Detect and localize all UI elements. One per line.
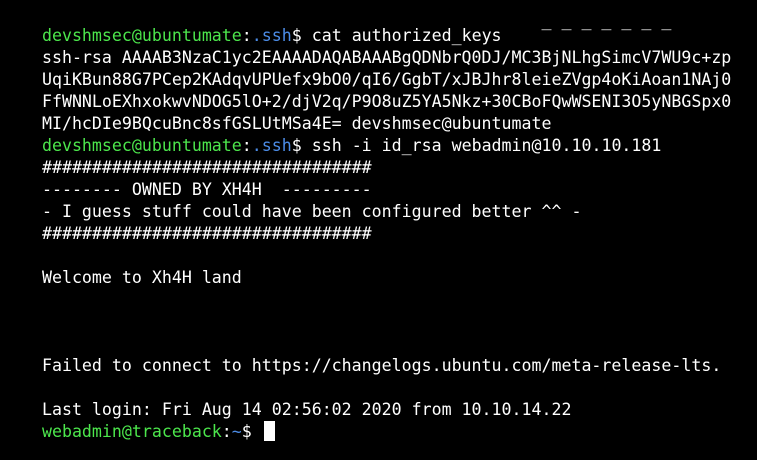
last-login-line: Last login: Fri Aug 14 02:56:02 2020 fro… — [2, 377, 572, 419]
failed-text: Failed to connect to https://changelogs.… — [41, 356, 722, 375]
output-line: MI/hcDIe9BQcuBnc8sfGSLUtMSa4E= devshmsec… — [2, 91, 552, 133]
banner-line: -------- OWNED BY XH4H --------- — [2, 157, 372, 199]
failed-line: Failed to connect to https://changelogs.… — [2, 333, 721, 375]
prompt-colon: : — [221, 422, 232, 441]
banner-line: - I guess stuff could have been configur… — [2, 179, 581, 221]
banner-text: ################################# — [41, 224, 372, 243]
prompt-line-1: devshmsec@ubuntumate:.ssh$ cat authorize… — [2, 3, 502, 45]
welcome-text: Welcome to Xh4H land — [41, 268, 242, 287]
output-line: ssh-rsa AAAAB3NzaC1yc2EAAAADAQABAAABgQDN… — [2, 25, 731, 67]
prompt-line-3[interactable]: webadmin@traceback:~$ — [2, 399, 275, 441]
text-cursor[interactable] — [263, 421, 275, 441]
prompt-line-2: devshmsec@ubuntumate:.ssh$ ssh -i id_rsa… — [2, 113, 661, 155]
banner-line: ################################# — [2, 201, 372, 243]
prompt-symbol: $ — [241, 422, 262, 441]
output-line: FfWNNLoEXhxokwvNDOG5lO+2/djV2q/P9O8uZ5YA… — [2, 69, 731, 111]
prompt-path: ~ — [231, 422, 242, 441]
prompt-user-host: webadmin@traceback — [41, 422, 222, 441]
output-line: UqiKBun88G7PCep2KAdqvUPUefx9bO0/qI6/GgbT… — [2, 47, 731, 89]
welcome-line: Welcome to Xh4H land — [2, 245, 242, 287]
terminal-window[interactable]: _ _ _ _ _ _ _ devshmsec@ubuntumate:.ssh$… — [0, 0, 757, 460]
banner-line: ################################# — [2, 135, 372, 177]
